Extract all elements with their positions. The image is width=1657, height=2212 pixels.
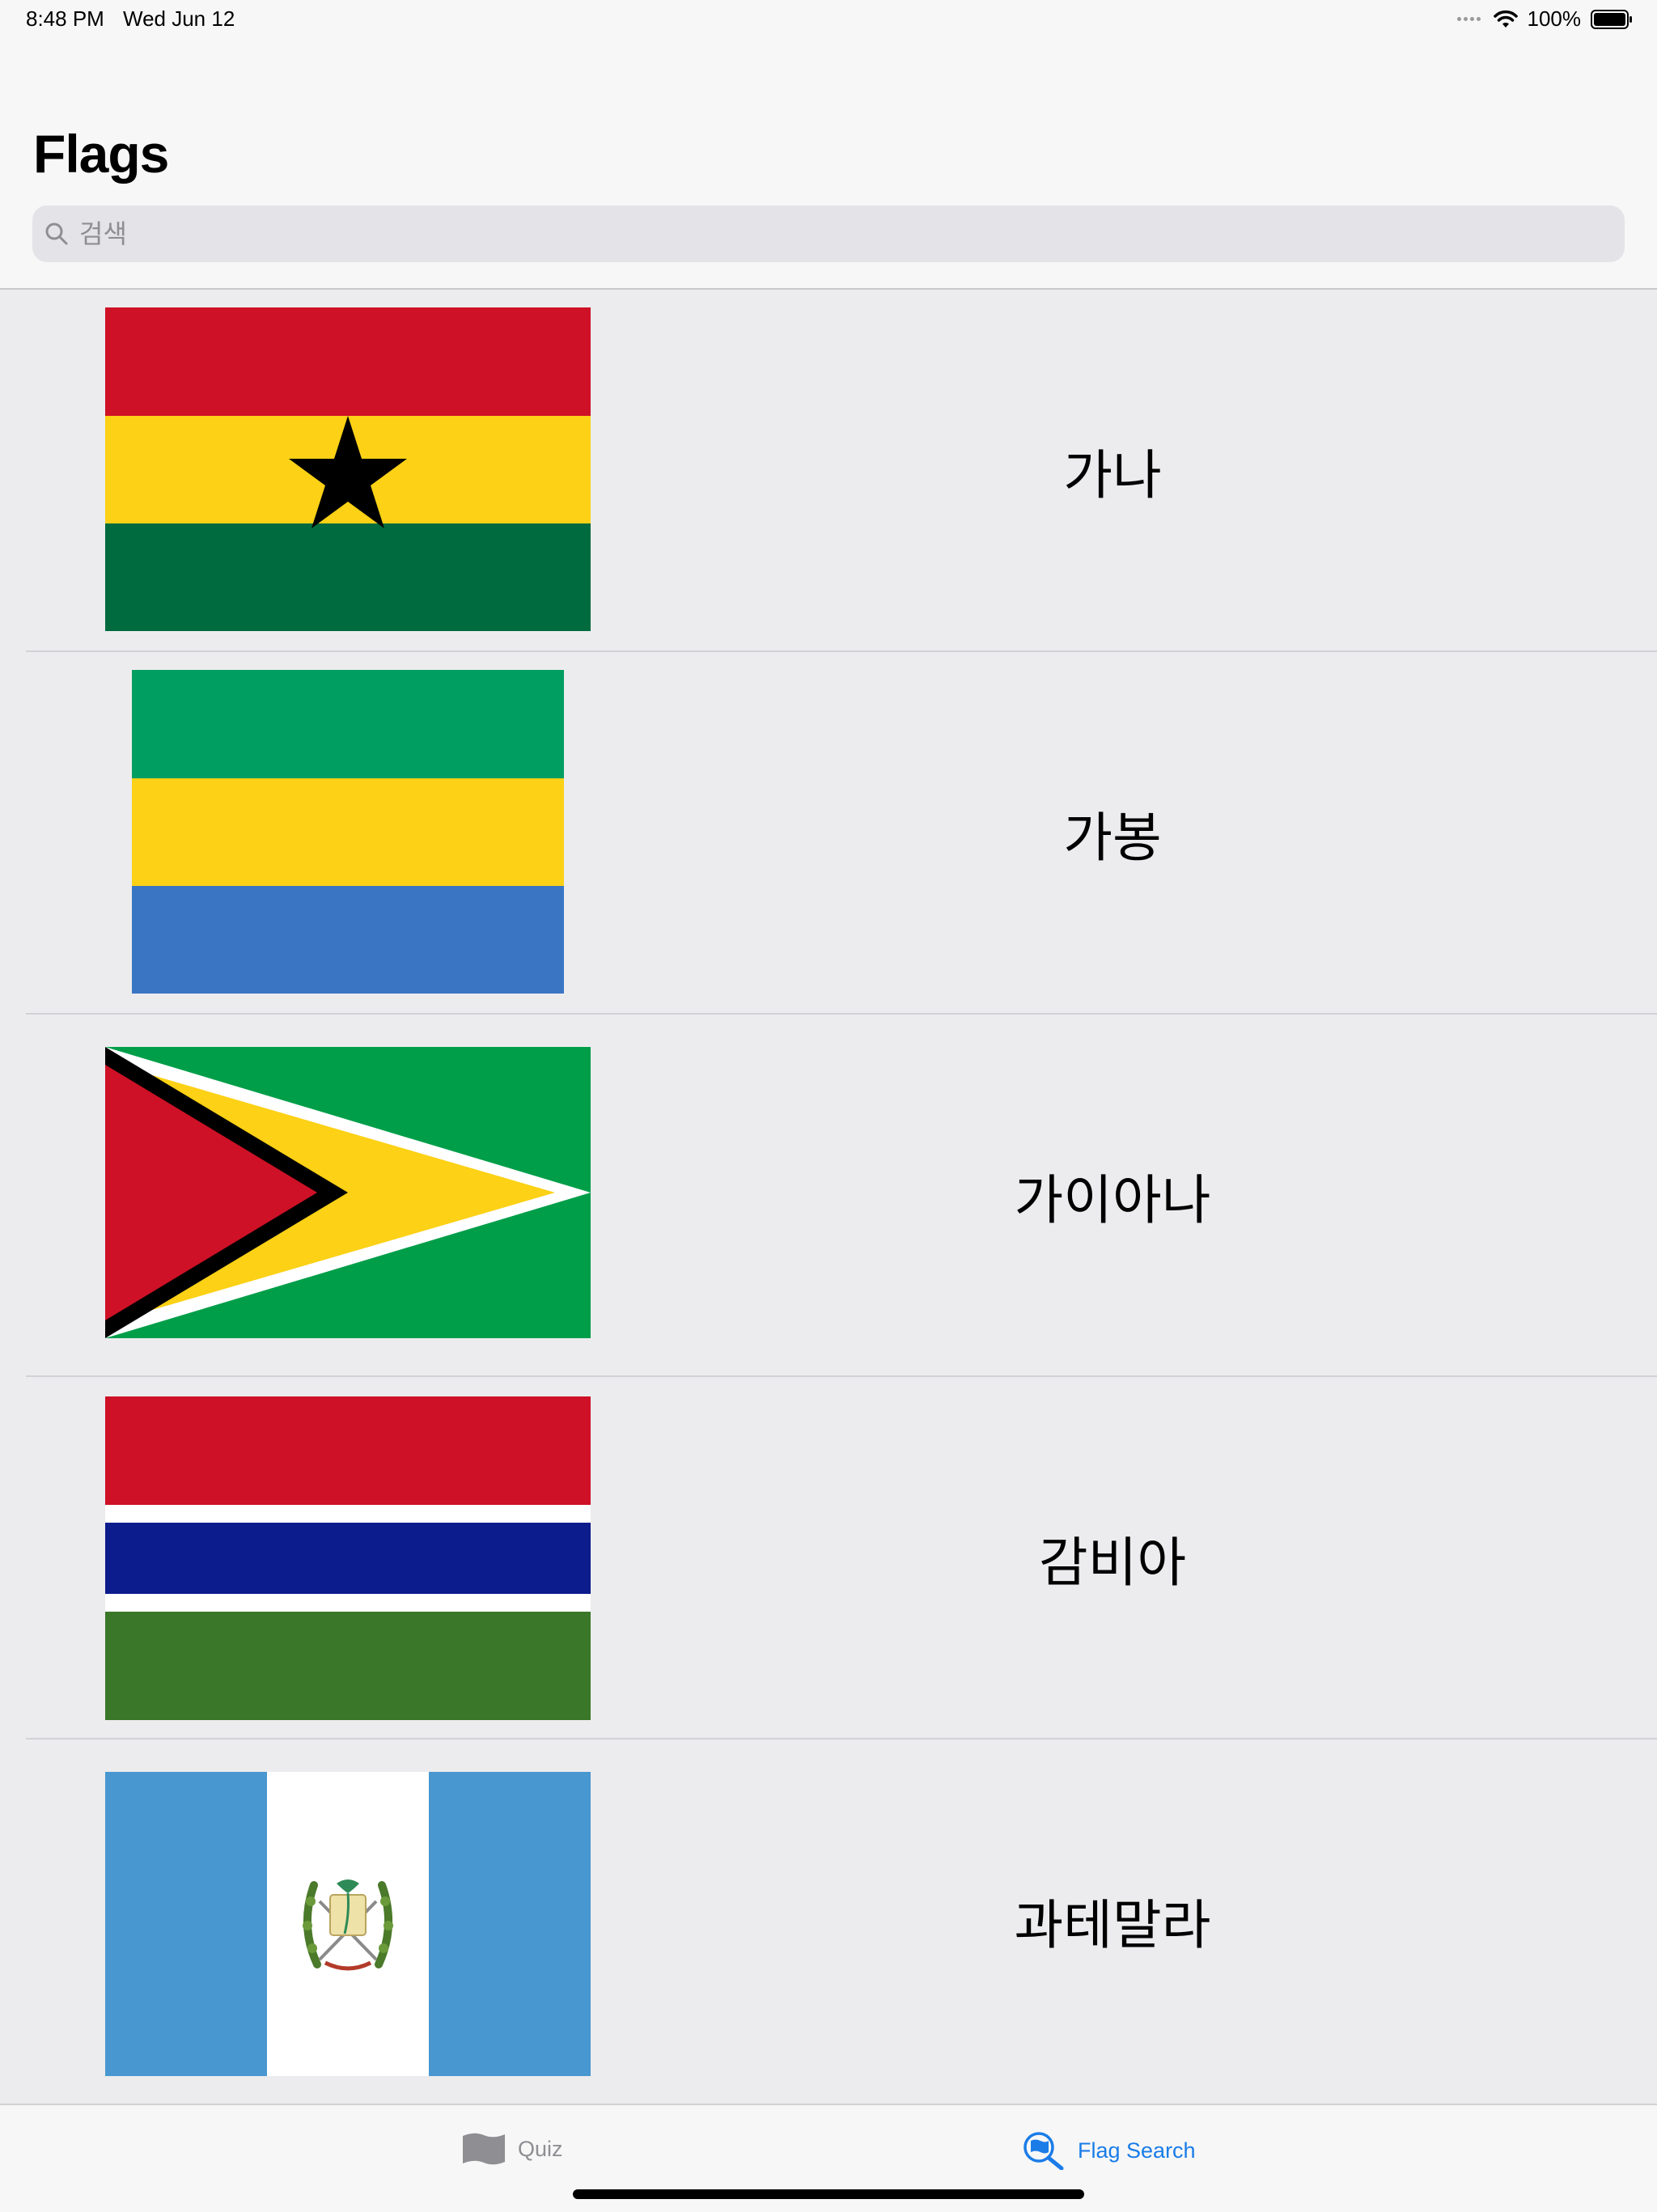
country-row[interactable]: 감비아 xyxy=(0,1377,1657,1740)
home-indicator xyxy=(573,2189,1084,2199)
flag-search-icon xyxy=(1023,2132,1064,2170)
search-icon xyxy=(45,222,68,245)
country-name: 감비아 xyxy=(1038,1532,1187,1594)
search-input[interactable] xyxy=(78,218,1537,250)
country-row[interactable]: 가나 xyxy=(0,290,1657,652)
gabon-flag-icon xyxy=(132,670,564,994)
guatemala-flag-icon xyxy=(105,1772,591,2076)
search-bar[interactable] xyxy=(32,206,1625,262)
status-time: 8:48 PM xyxy=(26,6,104,31)
country-name: 가나 xyxy=(1063,444,1162,506)
tab-quiz-label: Quiz xyxy=(518,2136,563,2161)
guyana-flag-icon xyxy=(105,1047,591,1338)
battery-icon xyxy=(1591,9,1632,29)
country-name: 가봉 xyxy=(1063,807,1162,869)
status-date: Wed Jun 12 xyxy=(123,6,235,31)
status-bar: 8:48 PM Wed Jun 12 100% xyxy=(0,0,1657,39)
country-row[interactable]: 가이아나 xyxy=(0,1015,1657,1377)
page-title: Flags xyxy=(33,124,169,184)
tab-quiz[interactable]: Quiz xyxy=(461,2131,563,2167)
wifi-icon xyxy=(1493,10,1518,28)
country-row[interactable]: 가봉 xyxy=(0,652,1657,1015)
country-list: 가나 가봉 가이아나 감비아 과테말라 xyxy=(0,290,1657,2102)
ghana-flag-icon xyxy=(105,307,591,631)
country-name: 가이아나 xyxy=(1014,1169,1211,1231)
flag-icon xyxy=(463,2133,505,2165)
country-row[interactable]: 과테말라 xyxy=(0,1740,1657,2102)
battery-percentage: 100% xyxy=(1527,6,1582,31)
cellular-signal-icon xyxy=(1456,17,1481,21)
navigation-header: Flags xyxy=(0,39,1657,290)
tab-flag-search[interactable]: Flag Search xyxy=(1021,2131,1196,2170)
country-name: 과테말라 xyxy=(1014,1894,1211,1956)
tab-flag-search-label: Flag Search xyxy=(1078,2138,1196,2163)
status-indicators: 100% xyxy=(1456,6,1634,32)
gambia-flag-icon xyxy=(105,1396,591,1720)
